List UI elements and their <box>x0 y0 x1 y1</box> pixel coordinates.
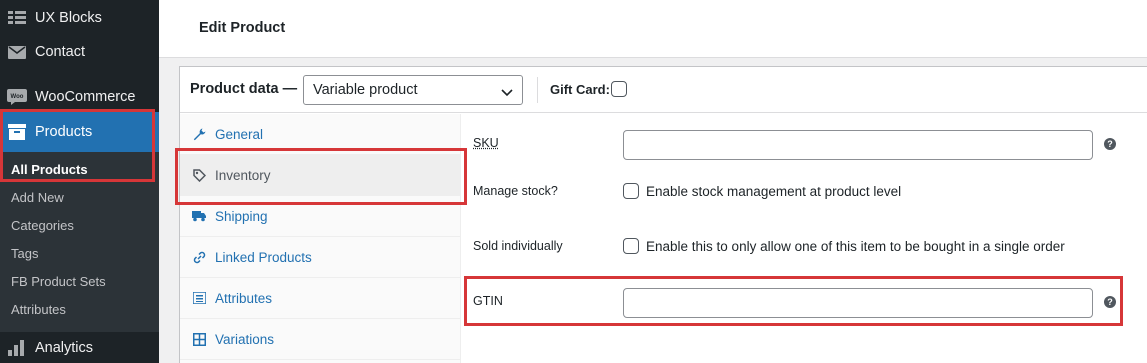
menu-label: Contact <box>35 44 85 60</box>
tab-label: Shipping <box>215 208 268 224</box>
tab-label: Variations <box>215 331 275 347</box>
highlight-inventory-tab <box>175 148 467 205</box>
tab-label: General <box>215 126 264 142</box>
submenu-tags[interactable]: Tags <box>11 246 38 261</box>
menu-label: WooCommerce <box>35 89 136 105</box>
tab-attributes[interactable]: Attributes <box>180 278 461 319</box>
grid-blocks-icon <box>7 8 27 28</box>
highlight-gtin-field <box>464 276 1123 326</box>
truck-icon <box>192 209 206 223</box>
sold-individually-checkbox-label[interactable]: Enable this to only allow one of this it… <box>646 239 1065 254</box>
list-icon <box>192 291 206 305</box>
submenu-attributes[interactable]: Attributes <box>11 302 66 317</box>
menu-item-woocommerce[interactable]: Woo WooCommerce <box>0 85 159 109</box>
gift-card-checkbox[interactable] <box>611 81 627 97</box>
menu-label: Analytics <box>35 340 94 356</box>
wrench-icon <box>192 127 206 141</box>
divider <box>537 77 538 103</box>
link-icon <box>192 250 206 264</box>
product-type-select[interactable]: Variable product <box>303 75 523 105</box>
manage-stock-label: Manage stock? <box>473 184 558 198</box>
highlight-products <box>0 109 155 182</box>
woo-icon: Woo <box>7 87 27 107</box>
product-type-value: Variable product <box>313 82 418 98</box>
product-data-header: Product data — Variable product Gift Car… <box>180 67 1147 113</box>
submenu-fb-product-sets[interactable]: FB Product Sets <box>11 274 106 289</box>
manage-stock-checkbox-label[interactable]: Enable stock management at product level <box>646 184 901 199</box>
menu-item-ux-blocks[interactable]: UX Blocks <box>0 6 159 30</box>
tab-linked-products[interactable]: Linked Products <box>180 237 461 278</box>
submenu-categories[interactable]: Categories <box>11 218 74 233</box>
page-title: Edit Product <box>199 20 286 36</box>
envelope-icon <box>7 42 27 62</box>
menu-item-analytics[interactable]: Analytics <box>0 336 159 360</box>
tab-label: Attributes <box>215 290 273 306</box>
sku-label: SKU <box>473 136 499 150</box>
chevron-down-icon <box>501 85 513 101</box>
bar-chart-icon <box>7 338 27 358</box>
submenu-add-new[interactable]: Add New <box>11 190 64 205</box>
svg-text:Woo: Woo <box>11 94 24 100</box>
sold-individually-checkbox[interactable] <box>623 238 639 254</box>
sold-individually-label: Sold individually <box>473 239 563 253</box>
product-data-title: Product data — <box>190 81 298 97</box>
grid-icon <box>192 332 206 346</box>
gift-card-label: Gift Card: <box>550 82 610 97</box>
sku-input[interactable] <box>623 130 1093 160</box>
tab-variations[interactable]: Variations <box>180 319 461 360</box>
sku-help-icon[interactable]: ? <box>1104 138 1116 150</box>
menu-item-contact[interactable]: Contact <box>0 40 159 64</box>
manage-stock-checkbox[interactable] <box>623 183 639 199</box>
menu-label: UX Blocks <box>35 10 102 26</box>
tab-label: Linked Products <box>215 249 312 265</box>
page-header: Edit Product <box>159 0 1147 58</box>
